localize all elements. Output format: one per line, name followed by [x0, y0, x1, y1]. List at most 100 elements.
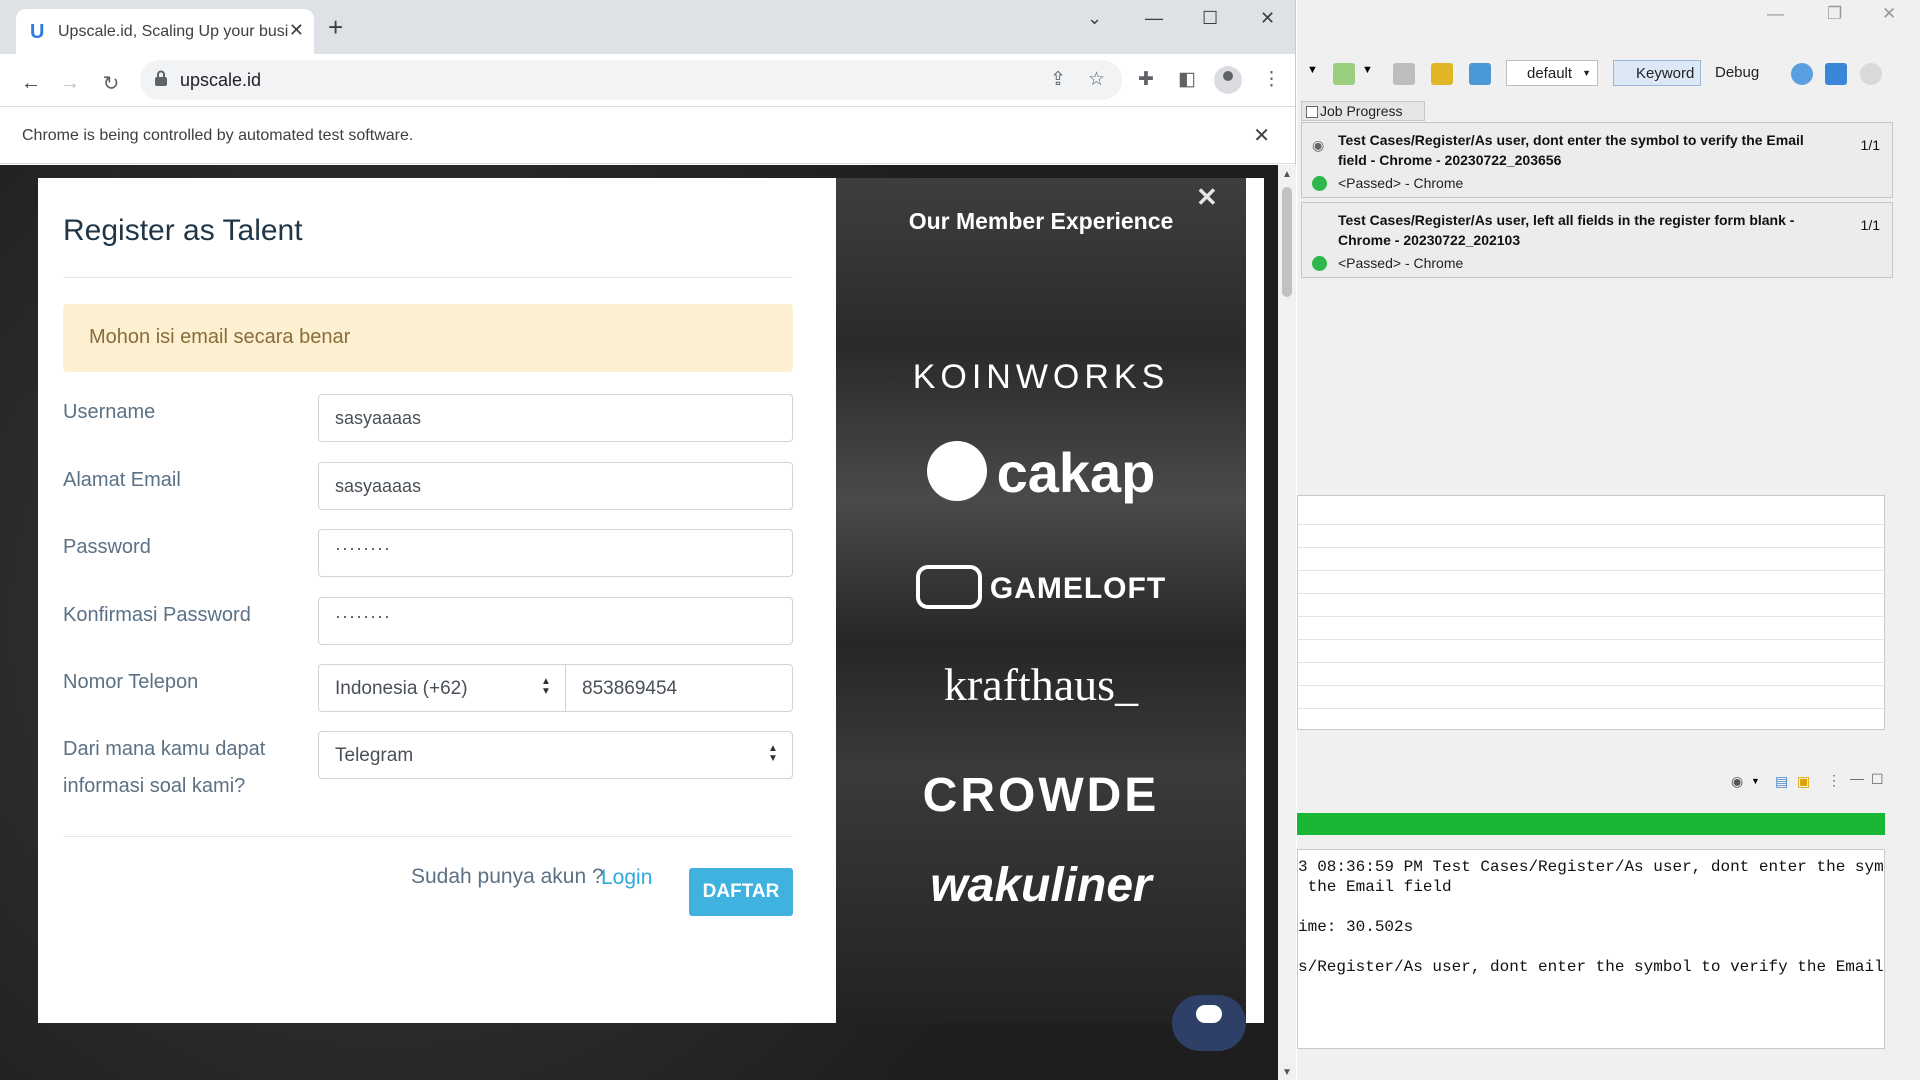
phone-number-field[interactable]: 853869454 — [565, 664, 793, 712]
account-icon[interactable] — [1860, 63, 1882, 85]
cakap-mark-icon — [926, 441, 987, 502]
test-ops-icon[interactable] — [1431, 63, 1453, 85]
debug-button[interactable]: Debug — [1697, 60, 1765, 86]
scroll-lock-icon[interactable]: ▣ — [1797, 773, 1810, 790]
kebab-menu-icon[interactable]: ⋮ — [1262, 68, 1281, 91]
scroll-down-icon[interactable]: ▼ — [1282, 1067, 1292, 1078]
katalon-toolbar: ▼ ▼ default ▼ Keyword Debug — [1297, 56, 1920, 90]
upscale-favicon-icon: U — [30, 21, 45, 43]
tab-title: Upscale.id, Scaling Up your busin — [58, 23, 288, 40]
job-list: ◉ Test Cases/Register/As user, dont ente… — [1297, 122, 1893, 492]
username-field[interactable]: sasyaaaas — [318, 394, 793, 442]
log-grid — [1297, 495, 1886, 730]
tab-strip: U Upscale.id, Scaling Up your busin ✕ + … — [0, 0, 1295, 54]
k-restore-icon[interactable]: ❐ — [1827, 4, 1842, 24]
testcloud-icon[interactable] — [1469, 63, 1491, 85]
share-icon[interactable]: ⇪ — [1050, 68, 1066, 91]
stop-icon[interactable] — [1393, 63, 1415, 85]
tab-close-icon[interactable]: ✕ — [289, 20, 304, 41]
koinworks-logo: KOINWORKS — [912, 358, 1170, 396]
country-code-value: Indonesia (+62) — [335, 678, 468, 699]
select-arrows-icon: ▲ ▼ — [541, 676, 551, 697]
passed-check-icon — [1312, 176, 1327, 191]
password-label: Password — [63, 536, 151, 558]
back-icon[interactable]: ← — [14, 66, 48, 100]
confirm-password-field[interactable]: ········ — [318, 597, 793, 645]
scroll-thumb[interactable] — [1282, 187, 1292, 297]
eye-icon[interactable]: ◉ — [1731, 773, 1743, 790]
new-tab-icon[interactable]: + — [328, 14, 343, 40]
infobar-close-icon[interactable]: ✕ — [1253, 123, 1270, 148]
close-modal-icon[interactable]: ✕ — [1196, 182, 1218, 213]
address-bar[interactable]: upscale.id ⇪ ☆ — [140, 60, 1122, 100]
console-line: the Email field — [1298, 878, 1452, 896]
passed-check-icon — [1312, 256, 1327, 271]
krafthaus-logo: krafthaus_ — [943, 659, 1139, 710]
run-icon[interactable] — [1333, 63, 1355, 85]
country-code-select[interactable]: Indonesia (+62) ▲ ▼ — [318, 664, 566, 712]
view-menu-icon[interactable]: ⋮ — [1827, 772, 1841, 789]
source-select[interactable]: Telegram ▲ ▼ — [318, 731, 793, 779]
reload-icon[interactable]: ↻ — [94, 66, 128, 100]
minimize-icon[interactable]: — — [1145, 8, 1163, 29]
select-arrows-icon: ▲ ▼ — [768, 743, 778, 764]
phone-number-value: 853869454 — [582, 678, 678, 699]
username-value: sasyaaaas — [335, 408, 422, 428]
console-line: 3 08:36:59 PM Test Cases/Register/As use… — [1298, 858, 1885, 876]
confirm-password-value: ········ — [335, 606, 391, 626]
grid-row — [1298, 524, 1886, 525]
job-progress-tab[interactable]: Job Progress — [1301, 101, 1425, 121]
automation-infobar: Chrome is being controlled by automated … — [0, 106, 1295, 164]
keyword-label: Keyword — [1636, 65, 1695, 82]
page-scrollbar[interactable]: ▲ ▼ — [1278, 165, 1296, 1080]
job-status: <Passed> - Chrome — [1338, 175, 1464, 191]
extensions-icon[interactable]: ✚ — [1138, 68, 1154, 91]
job-count: 1/1 — [1860, 217, 1880, 233]
notification-icon[interactable] — [1825, 63, 1847, 85]
daftar-button[interactable]: DAFTAR — [689, 868, 793, 916]
eye-icon[interactable]: ◉ — [1312, 137, 1324, 154]
maximize-view-icon[interactable]: ☐ — [1871, 771, 1884, 788]
k-close-icon[interactable]: ✕ — [1882, 4, 1896, 24]
job-item[interactable]: Test Cases/Register/As user, left all fi… — [1301, 202, 1893, 278]
maximize-icon[interactable]: ☐ — [1202, 8, 1218, 29]
side-panel-icon[interactable]: ◧ — [1178, 68, 1196, 91]
scroll-up-icon[interactable]: ▲ — [1282, 169, 1292, 180]
alert-text: Mohon isi email secara benar — [89, 326, 351, 348]
dropdown-arrow-icon[interactable]: ▼ — [1751, 776, 1760, 786]
browser-tab[interactable]: U Upscale.id, Scaling Up your busin ✕ — [16, 9, 314, 54]
profile-dropdown[interactable]: default ▼ — [1506, 60, 1598, 86]
help-icon[interactable] — [1791, 63, 1813, 85]
katalon-studio-panel: — ❐ ✕ ▼ ▼ default ▼ Keyword Debug Job Pr… — [1297, 0, 1920, 1080]
console-header: ◉ ▼ ▤ ▣ ⋮ — ☐ — [1297, 768, 1920, 796]
job-item[interactable]: ◉ Test Cases/Register/As user, dont ente… — [1301, 122, 1893, 198]
source-value: Telegram — [335, 745, 414, 766]
k-minimize-icon[interactable]: — — [1767, 4, 1784, 24]
divider — [63, 277, 793, 278]
tab-search-icon[interactable]: ⌄ — [1087, 8, 1102, 29]
gameloft-logo: GAMELOFT — [836, 565, 1246, 612]
close-window-icon[interactable]: ✕ — [1260, 8, 1275, 29]
grid-row — [1298, 639, 1886, 640]
bookmark-star-icon[interactable]: ☆ — [1088, 68, 1105, 91]
clear-icon[interactable]: ▤ — [1775, 773, 1788, 790]
dropdown-arrow-icon[interactable]: ▼ — [1362, 64, 1373, 76]
grid-row — [1298, 616, 1886, 617]
chat-widget-icon[interactable] — [1172, 995, 1246, 1051]
grid-row — [1298, 547, 1886, 548]
email-value: sasyaaaas — [335, 476, 422, 496]
login-link[interactable]: Login — [601, 866, 652, 890]
keyword-button[interactable]: Keyword — [1613, 60, 1702, 86]
password-field[interactable]: ········ — [318, 529, 793, 577]
email-label: Alamat Email — [63, 469, 181, 491]
console-output: 3 08:36:59 PM Test Cases/Register/As use… — [1297, 849, 1885, 1049]
job-count: 1/1 — [1860, 137, 1880, 153]
password-value: ········ — [335, 538, 391, 558]
forward-icon[interactable]: → — [53, 66, 87, 100]
cakap-logo: cakap — [836, 440, 1246, 507]
profile-avatar[interactable] — [1214, 66, 1242, 94]
minimize-view-icon[interactable]: — — [1850, 770, 1864, 786]
dropdown-arrow-icon[interactable]: ▼ — [1307, 64, 1318, 76]
email-field[interactable]: sasyaaaas — [318, 462, 793, 510]
job-title: Test Cases/Register/As user, left all fi… — [1338, 212, 1795, 248]
